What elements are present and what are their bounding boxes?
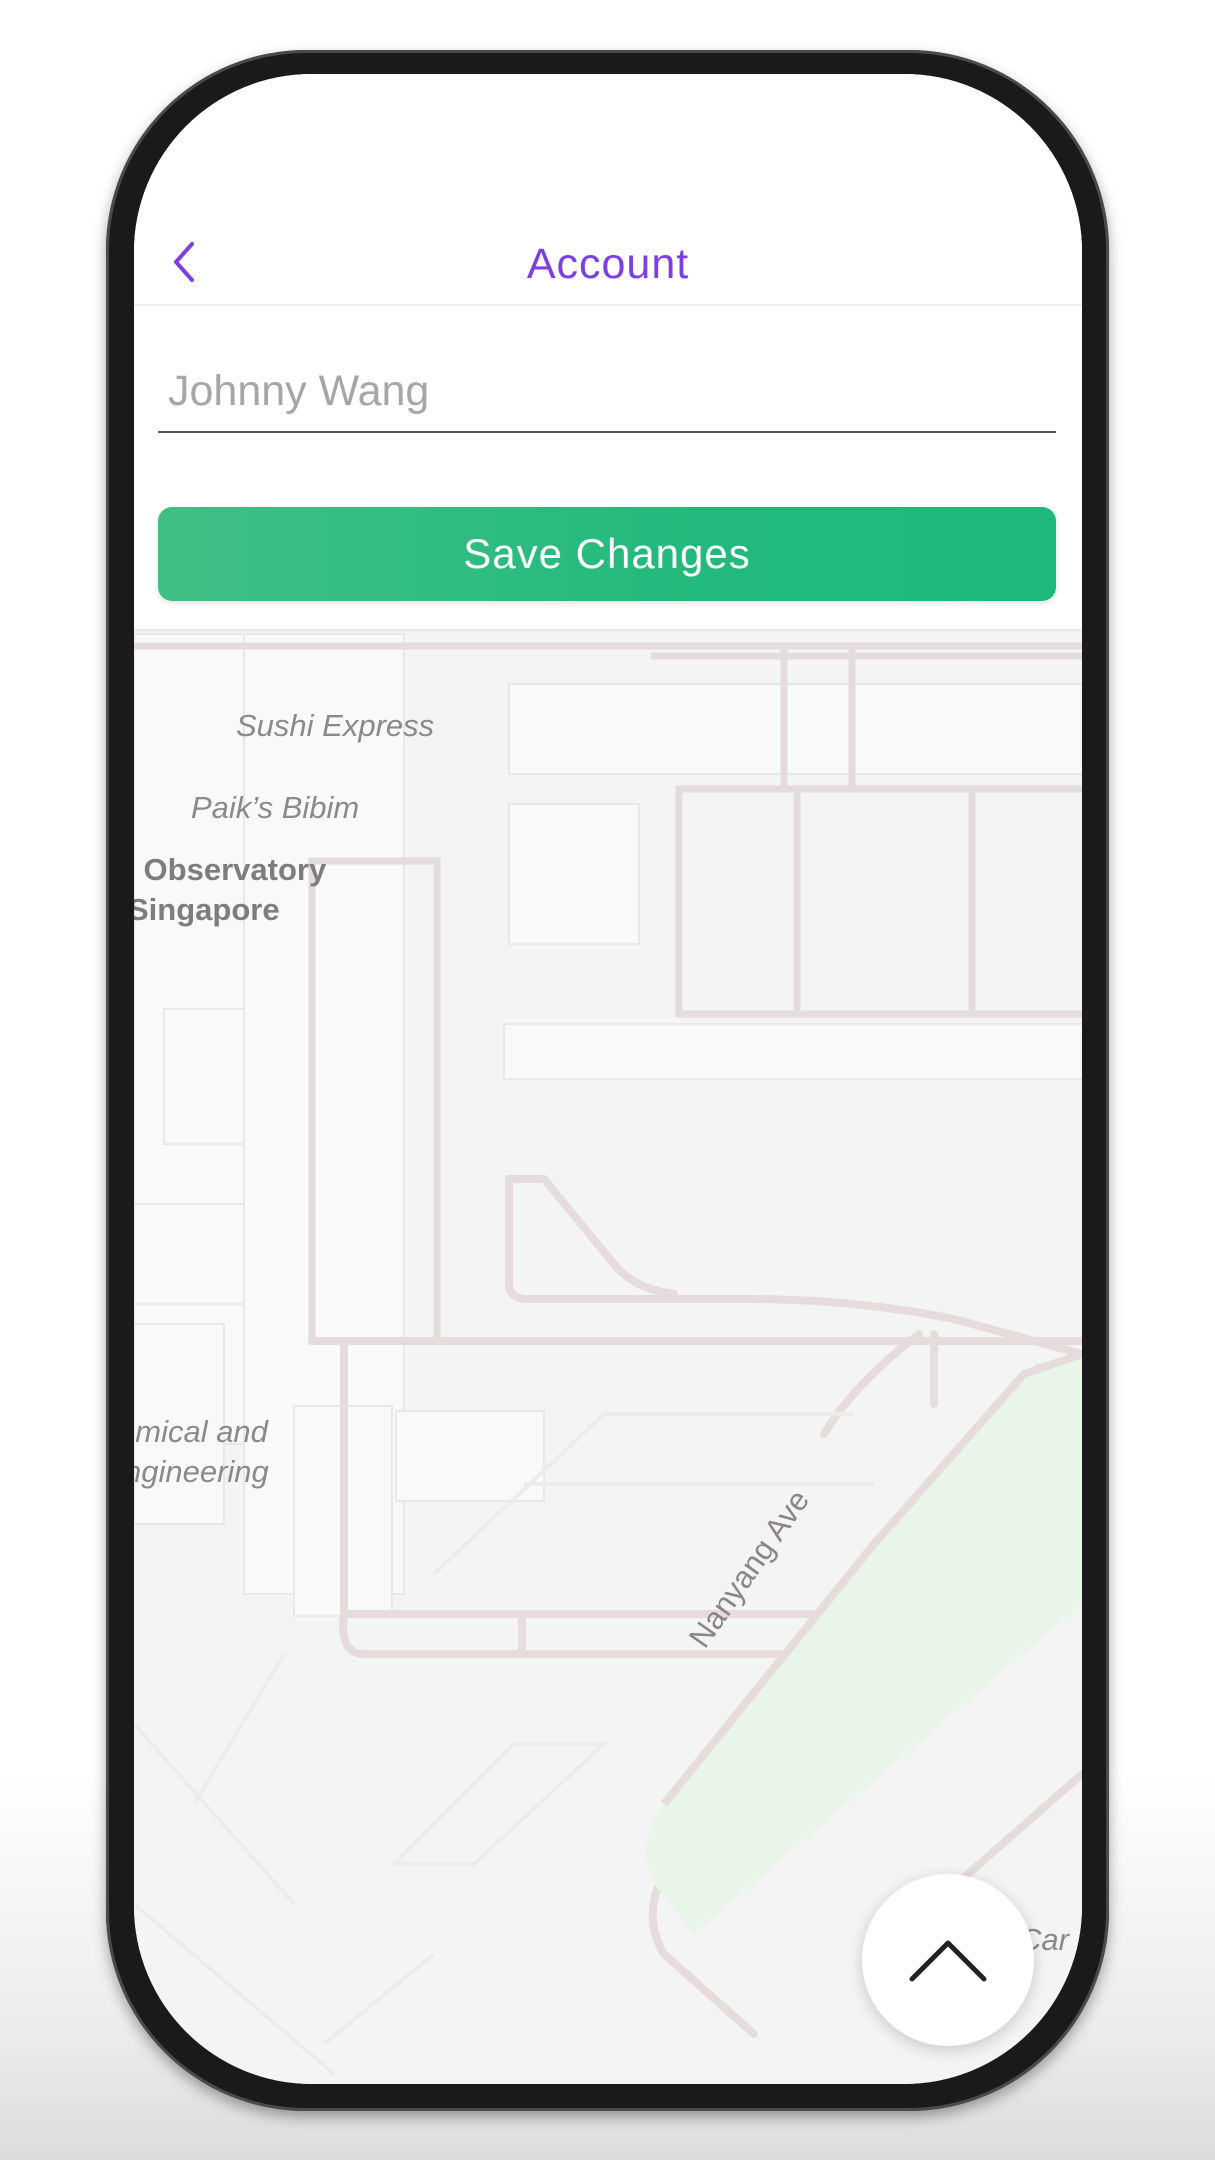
save-button-label: Save Changes — [463, 530, 751, 577]
map-label-observatory-line1: n Observatory — [134, 852, 327, 887]
app-header: Account — [134, 224, 1082, 306]
phone-screen: Sushi Express Paik’s Bibim n Observatory… — [134, 74, 1082, 2084]
expand-up-button[interactable] — [862, 1874, 1034, 2046]
page-title: Account — [526, 240, 690, 288]
map-label-observatory-line2: Singapore — [134, 892, 280, 927]
map-label-paiks-bibim: Paik’s Bibim — [191, 790, 360, 825]
name-input[interactable]: Johnny Wang — [158, 359, 1056, 433]
name-input-value: Johnny Wang — [168, 367, 430, 415]
map-label-chemical-line1: emical and — [134, 1414, 268, 1449]
chevron-up-icon — [909, 1940, 987, 1982]
map-label-sushi-express: Sushi Express — [236, 708, 435, 743]
map-label-chemical-line2: ngineering — [134, 1454, 269, 1489]
account-panel: Account Johnny Wang Save Changes — [134, 74, 1082, 629]
save-changes-button[interactable]: Save Changes — [158, 507, 1056, 601]
